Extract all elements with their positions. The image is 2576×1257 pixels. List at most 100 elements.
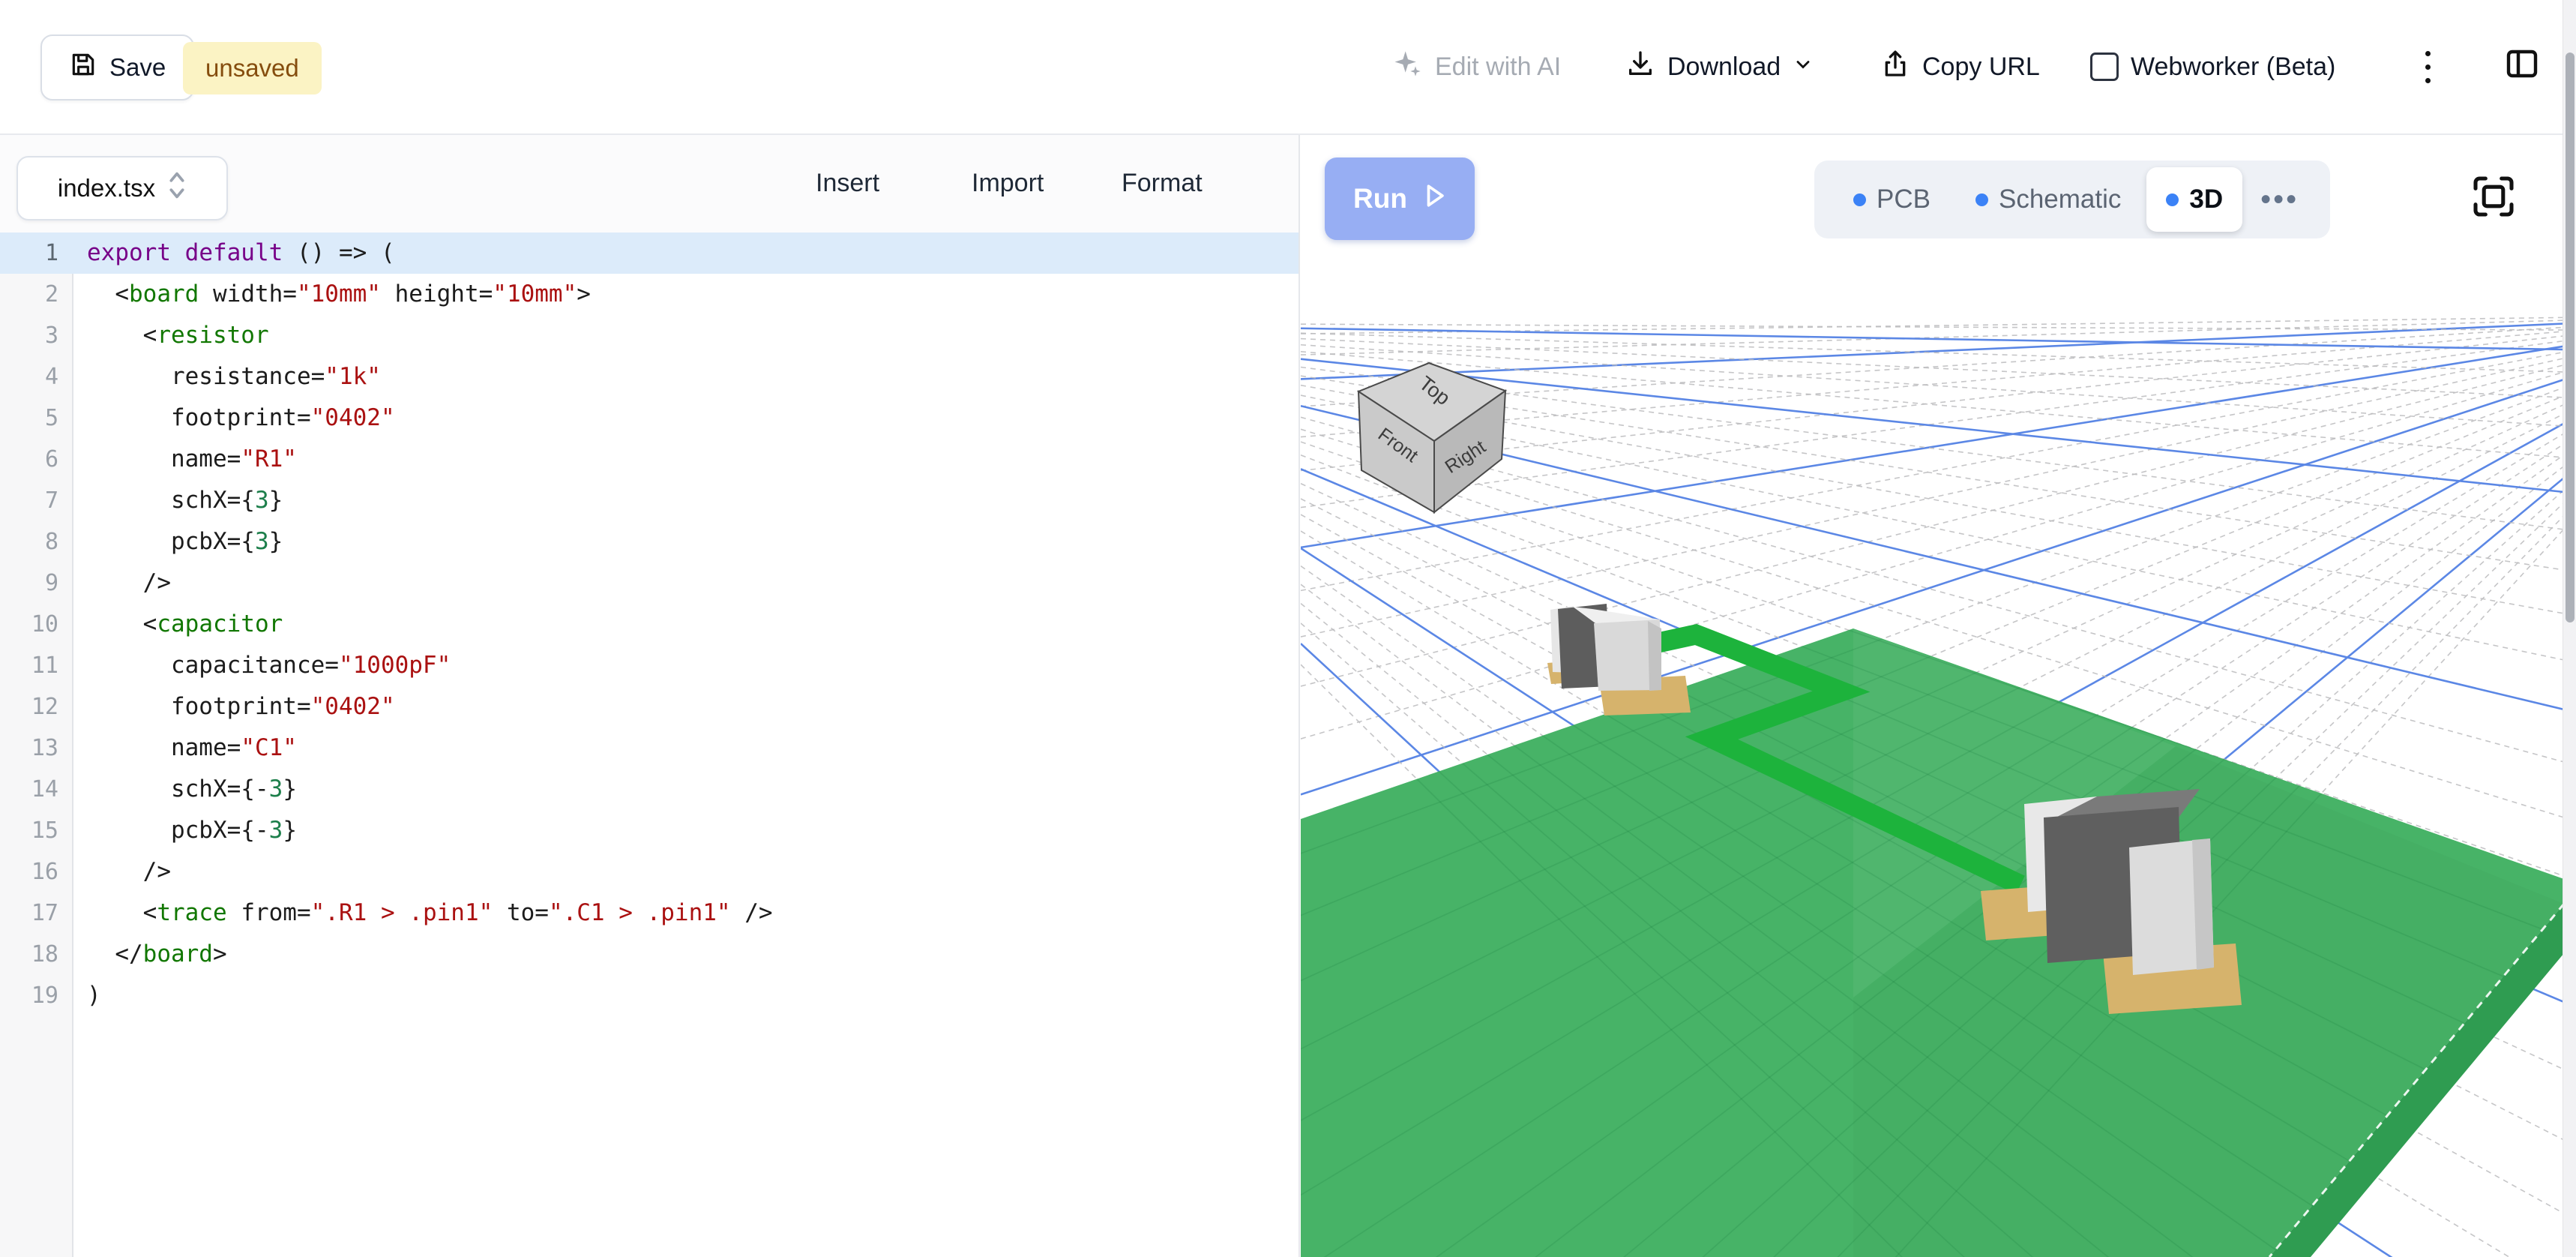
line-number: 19 <box>0 975 72 1016</box>
code-line[interactable]: 1export default () => ( <box>0 232 1298 274</box>
line-number: 14 <box>0 769 72 810</box>
code-text: /> <box>72 851 171 892</box>
line-number: 15 <box>0 810 72 851</box>
more-views-button[interactable]: ••• <box>2248 183 2311 217</box>
line-number: 18 <box>0 934 72 975</box>
chevron-down-icon <box>1793 52 1814 82</box>
run-button[interactable]: Run <box>1325 158 1475 240</box>
code-text: name="R1" <box>72 439 297 480</box>
filename-label: index.tsx <box>58 174 155 202</box>
line-number: 12 <box>0 686 72 728</box>
tab-label: Schematic <box>1999 184 2121 214</box>
line-number: 3 <box>0 315 72 356</box>
save-button[interactable]: Save <box>40 34 194 100</box>
fullscreen-icon <box>2470 211 2518 224</box>
line-number: 13 <box>0 728 72 769</box>
play-icon <box>1424 183 1446 215</box>
line-number: 6 <box>0 439 72 480</box>
code-text: <capacitor <box>72 604 283 645</box>
download-label: Download <box>1667 52 1781 82</box>
format-button[interactable]: Format <box>1122 134 1203 232</box>
code-line[interactable]: 14 schX={-3} <box>0 769 1298 810</box>
code-line[interactable]: 3 <resistor <box>0 315 1298 356</box>
code-text: footprint="0402" <box>72 398 395 439</box>
code-line[interactable]: 6 name="R1" <box>0 439 1298 480</box>
updown-chevron-icon <box>167 170 187 206</box>
webworker-label: Webworker (Beta) <box>2131 52 2335 82</box>
editor-toolbar: index.tsx Insert Import Format <box>0 134 1298 234</box>
pcb-board[interactable] <box>1301 332 2564 1257</box>
3d-preview-panel: Top Front Right Run PCB Schematic 3D••• <box>1298 134 2564 1257</box>
code-text: <resistor <box>72 315 269 356</box>
copy-url-button[interactable]: Copy URL <box>1880 0 2040 134</box>
code-text: </board> <box>72 934 227 975</box>
more-options-kebab-button[interactable] <box>2413 0 2443 134</box>
kebab-icon <box>2425 51 2431 83</box>
line-number: 17 <box>0 892 72 934</box>
tab-dot-icon <box>1975 194 1988 206</box>
line-number: 2 <box>0 274 72 315</box>
orientation-cube[interactable]: Top Front Right <box>1358 363 1505 512</box>
top-header: Save unsaved Edit with AI Download Copy <box>0 0 2576 135</box>
code-line[interactable]: 8 pcbX={3} <box>0 521 1298 562</box>
code-line[interactable]: 4 resistance="1k" <box>0 356 1298 398</box>
webworker-checkbox[interactable] <box>2090 52 2119 81</box>
code-line[interactable]: 16 /> <box>0 851 1298 892</box>
code-line[interactable]: 5 footprint="0402" <box>0 398 1298 439</box>
webworker-toggle[interactable]: Webworker (Beta) <box>2090 0 2335 134</box>
view-tab-schematic[interactable]: Schematic <box>1956 167 2140 232</box>
run-label: Run <box>1353 183 1407 214</box>
code-line[interactable]: 2 <board width="10mm" height="10mm"> <box>0 274 1298 315</box>
code-text: schX={-3} <box>72 769 297 810</box>
code-area[interactable]: 1export default () => (2 <board width="1… <box>0 232 1298 1257</box>
code-text: schX={3} <box>72 480 283 521</box>
code-line[interactable]: 9 /> <box>0 562 1298 604</box>
line-number: 8 <box>0 521 72 562</box>
code-text: pcbX={3} <box>72 521 283 562</box>
code-text: <board width="10mm" height="10mm"> <box>72 274 591 315</box>
code-text: ) <box>72 975 101 1016</box>
code-text: <trace from=".R1 > .pin1" to=".C1 > .pin… <box>72 892 773 934</box>
code-line[interactable]: 18 </board> <box>0 934 1298 975</box>
code-text: resistance="1k" <box>72 356 381 398</box>
view-tab-3d[interactable]: 3D <box>2146 167 2242 232</box>
code-line[interactable]: 11 capacitance="1000pF" <box>0 645 1298 686</box>
code-line[interactable]: 15 pcbX={-3} <box>0 810 1298 851</box>
view-tab-group: PCB Schematic 3D••• <box>1814 160 2330 238</box>
code-line[interactable]: 10 <capacitor <box>0 604 1298 645</box>
save-label: Save <box>109 53 166 82</box>
code-line[interactable]: 12 footprint="0402" <box>0 686 1298 728</box>
capacitor-c1[interactable] <box>1547 604 1691 716</box>
line-number: 5 <box>0 398 72 439</box>
import-button[interactable]: Import <box>972 134 1044 232</box>
panel-left-icon <box>2504 46 2540 88</box>
save-icon <box>69 50 97 85</box>
code-text: export default () => ( <box>72 232 395 274</box>
line-number: 7 <box>0 480 72 521</box>
page-scrollbar[interactable] <box>2563 0 2576 1257</box>
download-button[interactable]: Download <box>1625 0 1814 134</box>
tab-dot-icon <box>2166 194 2179 206</box>
edit-with-ai-button[interactable]: Edit with AI <box>1393 0 1561 134</box>
insert-button[interactable]: Insert <box>816 134 879 232</box>
copy-url-label: Copy URL <box>1922 52 2040 82</box>
sidebar-panel-toggle-button[interactable] <box>2501 0 2543 134</box>
pcb-3d-viewport[interactable]: Top Front Right <box>1300 134 2564 1257</box>
scrollbar-thumb[interactable] <box>2566 52 2575 622</box>
code-line[interactable]: 7 schX={3} <box>0 480 1298 521</box>
code-line[interactable]: 13 name="C1" <box>0 728 1298 769</box>
download-icon <box>1625 49 1655 86</box>
unsaved-status-badge: unsaved <box>183 42 322 94</box>
tab-label: PCB <box>1877 184 1931 214</box>
fullscreen-button[interactable] <box>2470 172 2518 220</box>
line-number: 11 <box>0 645 72 686</box>
line-number: 10 <box>0 604 72 645</box>
code-text: pcbX={-3} <box>72 810 297 851</box>
code-text: footprint="0402" <box>72 686 395 728</box>
code-line[interactable]: 17 <trace from=".R1 > .pin1" to=".C1 > .… <box>0 892 1298 934</box>
code-line[interactable]: 19) <box>0 975 1298 1016</box>
file-selector[interactable]: index.tsx <box>16 156 228 220</box>
code-text: capacitance="1000pF" <box>72 645 451 686</box>
view-tab-pcb[interactable]: PCB <box>1834 167 1950 232</box>
line-number: 16 <box>0 851 72 892</box>
